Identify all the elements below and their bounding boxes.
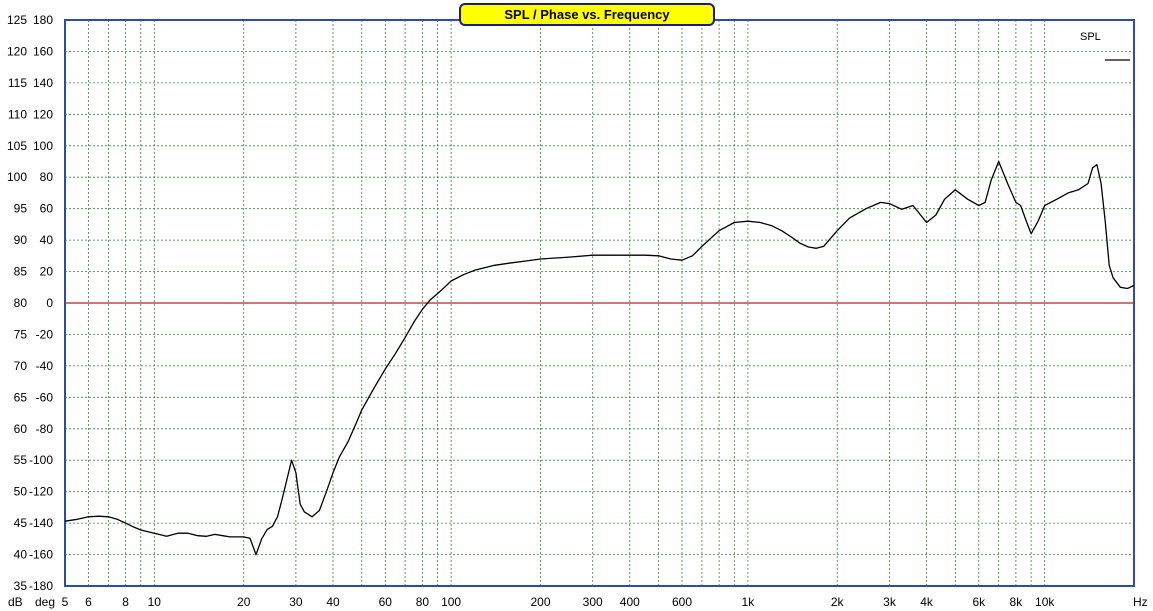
x-tick-label: 400: [620, 595, 640, 609]
y-tick-label-db: 85: [14, 265, 28, 279]
y-tick-label-db: 45: [14, 516, 28, 530]
y-tick-label-phase: -160: [29, 548, 53, 562]
y-tick-label-db: 50: [14, 485, 28, 499]
y-tick-label-phase: -20: [36, 327, 54, 341]
x-tick-label: 4k: [920, 595, 934, 609]
x-tick-label: 1k: [742, 595, 756, 609]
x-tick-label: 6k: [972, 595, 986, 609]
y-tick-label-db: 95: [14, 202, 28, 216]
y-tick-label-db: 100: [7, 170, 27, 184]
x-tick-label: 40: [326, 595, 340, 609]
y-unit-label: dB: [8, 595, 23, 609]
y-tick-label-db: 75: [14, 327, 28, 341]
x-tick-label: 5: [62, 595, 69, 609]
y-tick-label-phase: 60: [40, 202, 54, 216]
chart-background: [0, 0, 1153, 611]
x-tick-label: 30: [289, 595, 303, 609]
y-tick-label-phase: -60: [36, 390, 54, 404]
y-tick-label-db: 40: [14, 548, 28, 562]
x-tick-label: 60: [379, 595, 393, 609]
y-tick-label-phase: 180: [33, 13, 53, 27]
y-tick-label-db: 35: [14, 579, 28, 593]
y-tick-label-phase: -180: [29, 579, 53, 593]
y-tick-label-db: 110: [8, 107, 27, 121]
y-tick-label-db: 55: [14, 453, 28, 467]
x-tick-label: 100: [441, 595, 461, 609]
x-unit-label: Hz: [1133, 595, 1148, 609]
y-tick-label-phase: 160: [33, 44, 53, 58]
y-tick-label-phase: 80: [40, 170, 54, 184]
phase-unit-label: deg: [35, 595, 55, 609]
y-tick-label-db: 60: [14, 422, 28, 436]
x-tick-label: 20: [237, 595, 251, 609]
x-tick-label: 600: [672, 595, 692, 609]
y-tick-label-phase: 100: [33, 139, 53, 153]
y-tick-label-db: 65: [14, 390, 28, 404]
legend-label-spl: SPL: [1080, 31, 1101, 43]
spl-phase-chart: 1251201151101051009590858075706560555045…: [0, 0, 1153, 611]
y-tick-label-phase: -140: [29, 516, 53, 530]
y-tick-label-phase: 20: [40, 265, 54, 279]
y-tick-label-db: 80: [14, 296, 28, 310]
y-tick-label-db: 120: [7, 44, 27, 58]
x-tick-label: 80: [416, 595, 430, 609]
x-tick-label: 6: [85, 595, 92, 609]
y-tick-label-phase: -100: [29, 453, 53, 467]
x-tick-label: 10: [148, 595, 162, 609]
chart-title: SPL / Phase vs. Frequency: [504, 7, 670, 22]
y-tick-label-phase: 120: [33, 107, 53, 121]
x-tick-label: 10k: [1035, 595, 1055, 609]
y-tick-label-phase: 40: [40, 233, 54, 247]
y-tick-label-db: 115: [8, 76, 27, 90]
y-tick-label-db: 125: [7, 13, 27, 27]
y-tick-label-phase: 140: [33, 76, 53, 90]
y-tick-label-phase: -80: [36, 422, 54, 436]
y-tick-label-phase: -40: [36, 359, 54, 373]
y-tick-label-db: 70: [14, 359, 28, 373]
y-tick-label-phase: 0: [46, 296, 53, 310]
x-tick-label: 200: [530, 595, 550, 609]
x-tick-label: 2k: [831, 595, 845, 609]
y-tick-label-db: 90: [14, 233, 28, 247]
x-tick-label: 3k: [883, 595, 897, 609]
x-tick-label: 300: [583, 595, 603, 609]
y-tick-label-phase: -120: [29, 485, 53, 499]
y-tick-label-db: 105: [7, 139, 27, 153]
x-tick-label: 8: [122, 595, 129, 609]
x-tick-label: 8k: [1010, 595, 1024, 609]
